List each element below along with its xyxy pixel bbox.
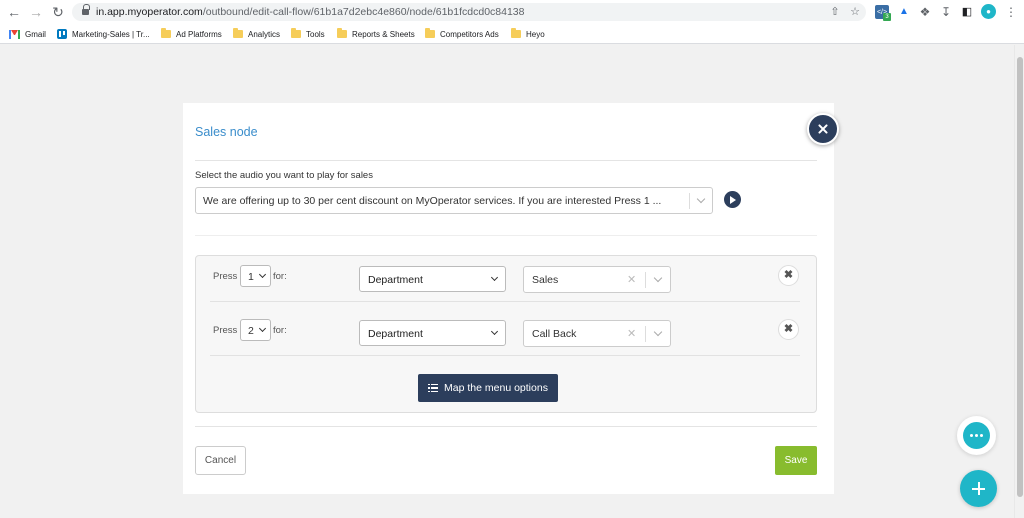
url-text: in.app.myoperator.com/outbound/edit-call… [96, 6, 525, 18]
folder-icon [337, 28, 347, 38]
bookmark-analytics[interactable]: Analytics [233, 28, 280, 40]
map-menu-options-label: Map the menu options [444, 382, 548, 394]
for-label: for: [273, 271, 287, 282]
reload-icon[interactable]: ↻ [50, 4, 66, 20]
chevron-down-icon [490, 327, 499, 336]
chevron-down-icon [653, 327, 663, 337]
for-label: for: [273, 325, 287, 336]
row-divider [210, 355, 800, 356]
select-separator [645, 272, 646, 288]
side-panel-icon[interactable]: ◧ [960, 5, 974, 19]
bookmark-gmail[interactable]: Gmail [9, 28, 46, 40]
profile-avatar-icon[interactable]: ● [981, 4, 996, 19]
destination-type-select[interactable]: Department [359, 320, 506, 346]
key-select[interactable]: 1 [240, 265, 271, 287]
back-icon[interactable]: ← [6, 4, 22, 20]
address-bar[interactable]: in.app.myoperator.com/outbound/edit-call… [72, 3, 866, 21]
play-audio-button[interactable] [724, 191, 741, 208]
destination-value-select[interactable]: Call Back ✕ [523, 320, 671, 347]
cancel-button[interactable]: Cancel [195, 446, 246, 475]
bookmark-ad-platforms[interactable]: Ad Platforms [161, 28, 222, 40]
audio-select[interactable]: We are offering up to 30 per cent discou… [195, 187, 713, 214]
destination-type-select[interactable]: Department [359, 266, 506, 292]
extension-icon[interactable]: ▲ [897, 5, 911, 19]
remove-row-button[interactable]: ✖ [778, 265, 799, 286]
destination-type-value: Department [368, 328, 423, 340]
chat-icon [963, 422, 990, 449]
destination-value: Call Back [532, 328, 577, 340]
bookmark-star-icon[interactable]: ☆ [848, 5, 862, 19]
clear-selection-icon[interactable]: ✕ [627, 327, 636, 341]
menu-row: Press 2 for: Department Call Back ✕ ✖ [196, 310, 816, 356]
save-button[interactable]: Save [775, 446, 817, 475]
bookmark-tools[interactable]: Tools [291, 28, 325, 40]
folder-icon [425, 28, 435, 38]
key-select-value: 1 [248, 271, 254, 283]
chevron-down-icon [653, 273, 663, 283]
row-divider [210, 301, 800, 302]
clear-selection-icon[interactable]: ✕ [627, 273, 636, 287]
key-select[interactable]: 2 [240, 319, 271, 341]
chevron-down-icon [258, 270, 267, 279]
chat-button[interactable] [957, 416, 996, 455]
chevron-down-icon [490, 273, 499, 282]
folder-icon [511, 28, 521, 38]
select-separator [645, 326, 646, 342]
key-select-value: 2 [248, 325, 254, 337]
chrome-menu-icon[interactable]: ⋮ [1004, 5, 1018, 19]
page-scrollbar[interactable] [1014, 45, 1024, 518]
divider [195, 235, 817, 236]
remove-row-button[interactable]: ✖ [778, 319, 799, 340]
trello-icon [57, 29, 67, 39]
destination-type-value: Department [368, 274, 423, 286]
chevron-down-icon [258, 324, 267, 333]
press-label: Press [213, 325, 238, 336]
press-label: Press [213, 271, 238, 282]
scrollbar-thumb[interactable] [1017, 57, 1023, 497]
divider [195, 426, 817, 427]
modal-title: Sales node [195, 125, 258, 139]
select-separator [689, 193, 690, 209]
chevron-down-icon [696, 194, 706, 204]
divider [195, 160, 817, 161]
gmail-icon [9, 29, 20, 39]
destination-value-select[interactable]: Sales ✕ [523, 266, 671, 293]
add-button[interactable] [960, 470, 997, 507]
download-icon[interactable]: ↧ [939, 5, 953, 19]
bookmark-heyo[interactable]: Heyo [511, 28, 545, 40]
audio-select-value: We are offering up to 30 per cent discou… [203, 195, 662, 207]
extension-badge: 3 [883, 13, 891, 21]
destination-value: Sales [532, 274, 559, 286]
folder-icon [161, 28, 171, 38]
bookmarks-bar: Gmail Marketing-Sales | Tr... Ad Platfor… [0, 24, 1024, 44]
lock-icon [82, 4, 90, 16]
share-icon[interactable]: ⇧ [828, 5, 842, 19]
bookmark-competitors-ads[interactable]: Competitors Ads [425, 28, 499, 40]
folder-icon [291, 28, 301, 38]
browser-toolbar: ← → ↻ in.app.myoperator.com/outbound/edi… [0, 0, 1024, 24]
sales-node-modal: Sales node Select the audio you want to … [183, 103, 834, 494]
audio-select-label: Select the audio you want to play for sa… [195, 170, 373, 181]
close-modal-button[interactable] [807, 113, 839, 145]
forward-icon[interactable]: → [28, 4, 44, 20]
bookmark-reports-sheets[interactable]: Reports & Sheets [337, 28, 415, 40]
bookmark-marketing-sales[interactable]: Marketing-Sales | Tr... [57, 28, 150, 40]
menu-options-box: Press 1 for: Department Sales ✕ ✖ Press [195, 255, 817, 413]
menu-row: Press 1 for: Department Sales ✕ ✖ [196, 256, 816, 302]
list-icon [428, 383, 439, 393]
folder-icon [233, 28, 243, 38]
map-menu-options-button[interactable]: Map the menu options [418, 374, 558, 402]
extensions-puzzle-icon[interactable]: ❖ [918, 5, 932, 19]
